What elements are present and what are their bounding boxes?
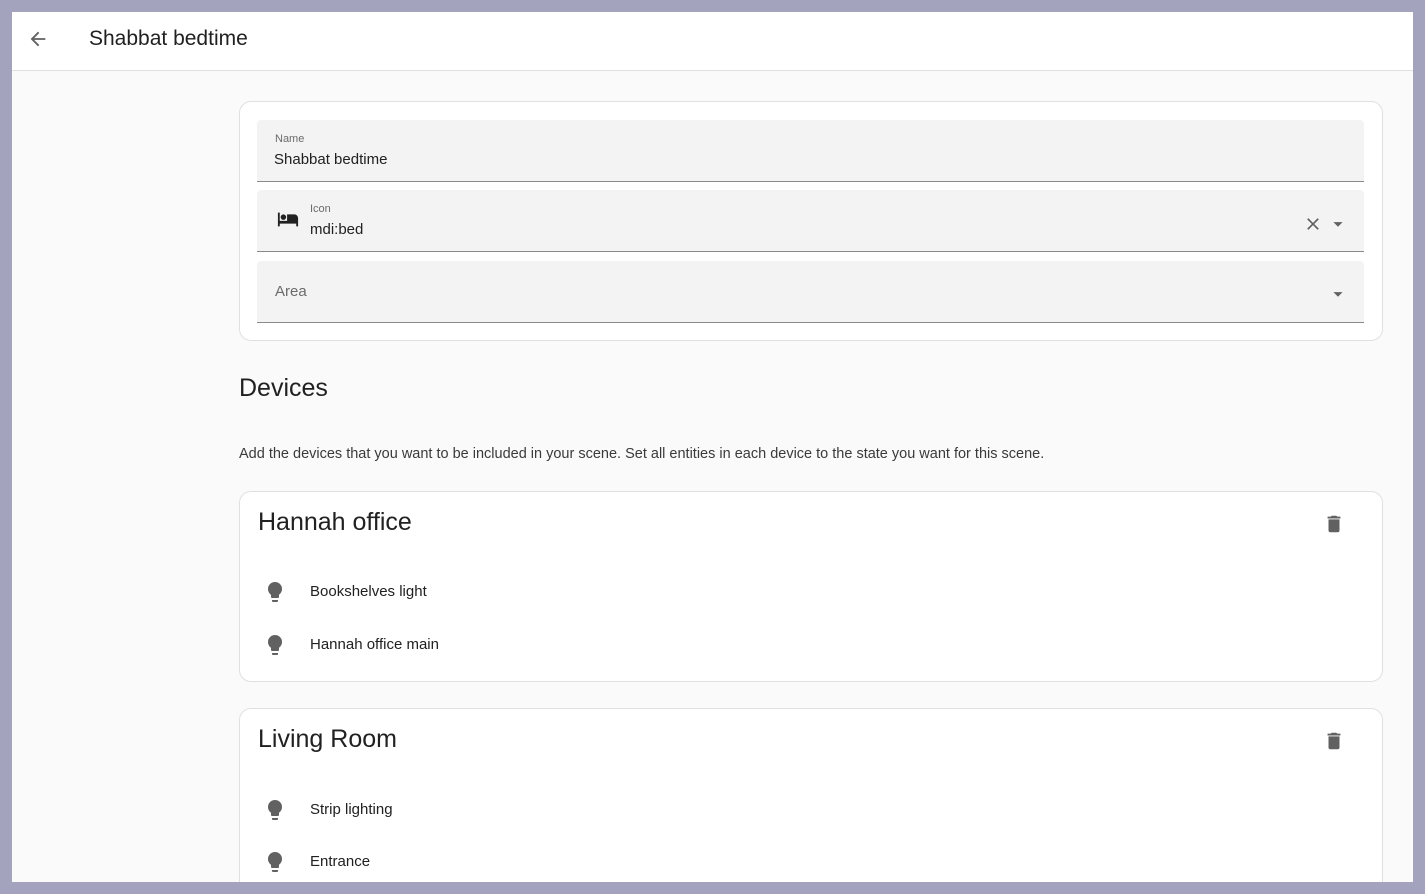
devices-section-title: Devices <box>239 374 328 402</box>
scene-details-card: Name Shabbat bedtime Icon mdi:bed Area <box>239 101 1383 341</box>
chevron-down-icon[interactable] <box>1326 212 1350 236</box>
device-name: Living Room <box>258 725 397 753</box>
delete-device-button[interactable] <box>1316 508 1352 544</box>
trash-icon <box>1323 513 1345 540</box>
name-field-value[interactable]: Shabbat bedtime <box>274 151 387 168</box>
page-title: Shabbat bedtime <box>89 27 248 50</box>
device-card: Hannah office Bookshelves light Hannah o… <box>239 491 1383 682</box>
name-field-label: Name <box>275 133 305 145</box>
lightbulb-icon <box>262 579 288 605</box>
lightbulb-icon <box>262 632 288 658</box>
top-app-bar: Shabbat bedtime <box>12 12 1413 71</box>
icon-field-label: Icon <box>310 203 331 215</box>
name-field[interactable]: Name Shabbat bedtime <box>257 120 1364 182</box>
delete-device-button[interactable] <box>1316 725 1352 761</box>
icon-picker-field[interactable]: Icon mdi:bed <box>257 190 1364 252</box>
chevron-down-icon[interactable] <box>1326 282 1350 306</box>
bed-icon <box>275 208 301 230</box>
lightbulb-icon <box>262 797 288 823</box>
entity-row[interactable]: Entrance <box>240 839 1382 882</box>
entity-row[interactable]: Hannah office main <box>240 622 1382 668</box>
device-card: Living Room Strip lighting Entrance <box>239 708 1383 882</box>
entity-label: Bookshelves light <box>310 583 427 600</box>
lightbulb-icon <box>262 849 288 875</box>
entity-row[interactable]: Strip lighting <box>240 787 1382 833</box>
area-field-label: Area <box>275 283 307 300</box>
entity-label: Hannah office main <box>310 636 439 653</box>
arrow-left-icon <box>27 28 49 55</box>
devices-section-description: Add the devices that you want to be incl… <box>239 446 1045 462</box>
trash-icon <box>1323 730 1345 757</box>
entity-label: Entrance <box>310 853 371 870</box>
clear-icon[interactable] <box>1301 212 1325 236</box>
entity-row[interactable]: Bookshelves light <box>240 569 1382 615</box>
back-button[interactable] <box>22 25 54 57</box>
device-name: Hannah office <box>258 508 412 536</box>
app-window: Shabbat bedtime Name Shabbat bedtime Ico… <box>12 12 1413 882</box>
area-select-field[interactable]: Area <box>257 261 1364 323</box>
icon-field-value[interactable]: mdi:bed <box>310 221 363 238</box>
entity-label: Strip lighting <box>310 801 393 818</box>
